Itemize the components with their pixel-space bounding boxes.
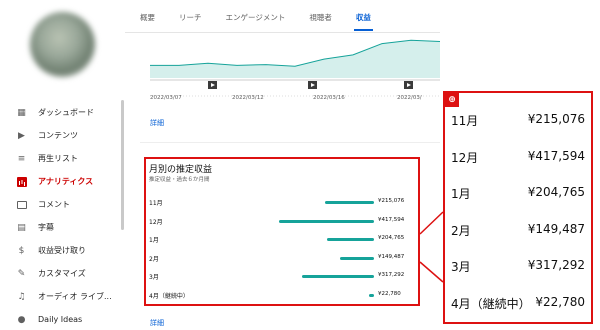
zoom-row: 1月 ¥204,765 bbox=[445, 182, 591, 202]
tab-reach[interactable]: リーチ bbox=[179, 2, 202, 33]
section-divider bbox=[140, 142, 440, 143]
x-tick-label: 2022/03/12 bbox=[232, 95, 264, 101]
zoom-row: 3月 ¥317,292 bbox=[445, 255, 591, 275]
sidebar-item-label: アナリティクス bbox=[38, 177, 94, 186]
revenue-value: ¥317,292 bbox=[378, 272, 405, 278]
month-label: 3月 bbox=[149, 274, 159, 281]
sidebar-scrollbar[interactable] bbox=[121, 100, 124, 230]
sidebar-item-label: オーディオ ライブ... bbox=[38, 292, 112, 301]
zoom-revenue-value: ¥215,076 bbox=[527, 112, 585, 126]
analytics-icon bbox=[16, 176, 27, 187]
revenue-bar bbox=[301, 275, 374, 278]
detail-link[interactable]: 詳細 bbox=[150, 118, 164, 128]
revenue-trend-chart bbox=[150, 39, 440, 97]
daily-ideas-icon: ● bbox=[17, 314, 26, 325]
zoom-month-label: 4月（継続中） bbox=[451, 296, 531, 311]
tab-revenue[interactable]: 収益 bbox=[353, 2, 373, 33]
zoom-revenue-value: ¥22,780 bbox=[535, 294, 585, 309]
zoom-month-label: 1月 bbox=[451, 187, 471, 201]
monthly-revenue-card: 月別の推定収益 推定収益・過去６か月間 11月 ¥215,076 12月 ¥417,5… bbox=[144, 157, 420, 306]
subtitles-icon: ▤ bbox=[17, 222, 26, 233]
sidebar-item-label: 再生リスト bbox=[38, 154, 78, 163]
chart-area bbox=[150, 40, 440, 78]
revenue-bar bbox=[279, 219, 374, 223]
month-label: 11月 bbox=[149, 200, 163, 207]
studio-analytics-screen: ▦ ダッシュボード ▶ コンテンツ ≡ 再生リスト アナリティクス コメント ▤ bbox=[0, 0, 600, 330]
card-title: 月別の推定収益 bbox=[149, 165, 213, 175]
zoom-row: 11月 ¥215,076 bbox=[445, 109, 591, 129]
zoom-revenue-value: ¥204,765 bbox=[527, 185, 585, 199]
sidebar-item-label: カスタマイズ bbox=[38, 269, 86, 278]
sidebar-item-label: 収益受け取り bbox=[38, 246, 86, 255]
x-tick-label: 2022/03/ bbox=[397, 95, 422, 101]
month-label: 2月 bbox=[149, 255, 159, 263]
revenue-bar bbox=[339, 256, 374, 260]
table-row: 1月 ¥204,765 bbox=[146, 233, 418, 245]
zoom-in-icon: ⊕ bbox=[445, 93, 459, 107]
channel-avatar[interactable] bbox=[30, 12, 95, 77]
zoom-month-label: 11月 bbox=[451, 114, 479, 128]
zoom-month-label: 2月 bbox=[451, 223, 471, 238]
x-tick-label: 2022/03/07 bbox=[150, 95, 182, 101]
sidebar-item-dashboard[interactable]: ▦ ダッシュボード bbox=[0, 101, 125, 124]
sidebar: ▦ ダッシュボード ▶ コンテンツ ≡ 再生リスト アナリティクス コメント ▤ bbox=[0, 0, 125, 330]
sidebar-item-content[interactable]: ▶ コンテンツ bbox=[0, 124, 125, 147]
dollar-icon: $ bbox=[18, 245, 25, 256]
revenue-value: ¥22,780 bbox=[378, 290, 401, 297]
sidebar-item-comments[interactable]: コメント bbox=[0, 193, 125, 216]
tabs-divider bbox=[125, 32, 440, 33]
revenue-value: ¥204,765 bbox=[378, 235, 405, 241]
zoom-revenue-value: ¥149,487 bbox=[527, 221, 585, 236]
table-row: 3月 ¥317,292 bbox=[146, 270, 418, 282]
zoom-month-label: 3月 bbox=[451, 260, 471, 274]
month-label: 12月 bbox=[149, 218, 163, 226]
tab-overview[interactable]: 概要 bbox=[140, 2, 155, 33]
sidebar-item-label: コンテンツ bbox=[38, 131, 78, 140]
sidebar-item-playlists[interactable]: ≡ 再生リスト bbox=[0, 147, 125, 170]
revenue-bar bbox=[368, 293, 374, 297]
zoom-row: 12月 ¥417,594 bbox=[445, 146, 591, 166]
tab-engagement[interactable]: エンゲージメント bbox=[226, 2, 286, 33]
playlist-icon: ≡ bbox=[17, 153, 26, 164]
content-icon: ▶ bbox=[18, 130, 25, 141]
customize-icon: ✎ bbox=[17, 268, 26, 279]
revenue-value: ¥417,594 bbox=[378, 216, 405, 223]
table-row: 11月 ¥215,076 bbox=[146, 196, 418, 208]
sidebar-nav: ▦ ダッシュボード ▶ コンテンツ ≡ 再生リスト アナリティクス コメント ▤ bbox=[0, 101, 125, 330]
sidebar-item-label: Daily Ideas bbox=[38, 315, 83, 324]
revenue-value: ¥215,076 bbox=[378, 198, 405, 204]
zoom-revenue-value: ¥317,292 bbox=[527, 258, 585, 272]
comment-icon bbox=[16, 199, 27, 210]
zoom-month-label: 12月 bbox=[451, 150, 479, 165]
x-tick-label: 2022/03/16 bbox=[313, 95, 345, 101]
card-subtitle: 推定収益・過去６か月間 bbox=[149, 177, 210, 183]
month-label: 1月 bbox=[149, 237, 159, 244]
dashboard-icon: ▦ bbox=[17, 107, 26, 118]
detail-link[interactable]: 詳細 bbox=[150, 318, 164, 328]
sidebar-item-earn[interactable]: $ 収益受け取り bbox=[0, 239, 125, 262]
sidebar-item-label: 字幕 bbox=[38, 223, 54, 232]
zoom-panel: 11月 ¥215,076 12月 ¥417,594 1月 ¥204,765 2月 ¥149,4… bbox=[443, 91, 593, 324]
zoom-revenue-value: ¥417,594 bbox=[527, 148, 585, 163]
sidebar-item-label: コメント bbox=[38, 200, 70, 209]
table-row: 4月（継続中） ¥22,780 bbox=[146, 289, 418, 301]
table-row: 2月 ¥149,487 bbox=[146, 252, 418, 264]
zoom-row: 2月 ¥149,487 bbox=[445, 219, 591, 239]
sidebar-item-subtitles[interactable]: ▤ 字幕 bbox=[0, 216, 125, 239]
revenue-bar bbox=[325, 201, 374, 204]
table-row: 12月 ¥417,594 bbox=[146, 215, 418, 227]
revenue-value: ¥149,487 bbox=[378, 253, 405, 260]
sidebar-item-audio-library[interactable]: ♫ オーディオ ライブ... bbox=[0, 285, 125, 308]
revenue-bar bbox=[327, 238, 374, 241]
audio-library-icon: ♫ bbox=[17, 291, 26, 302]
sidebar-item-label: ダッシュボード bbox=[38, 108, 94, 117]
sidebar-item-analytics[interactable]: アナリティクス bbox=[0, 170, 125, 193]
tab-audience[interactable]: 視聴者 bbox=[309, 2, 332, 33]
analytics-tabs: 概要 リーチ エンゲージメント 視聴者 収益 bbox=[140, 0, 395, 34]
sidebar-item-daily-ideas[interactable]: ● Daily Ideas bbox=[0, 308, 125, 330]
sidebar-item-customize[interactable]: ✎ カスタマイズ bbox=[0, 262, 125, 285]
month-label: 4月（継続中） bbox=[149, 292, 189, 300]
zoom-row: 4月（継続中） ¥22,780 bbox=[445, 292, 591, 312]
